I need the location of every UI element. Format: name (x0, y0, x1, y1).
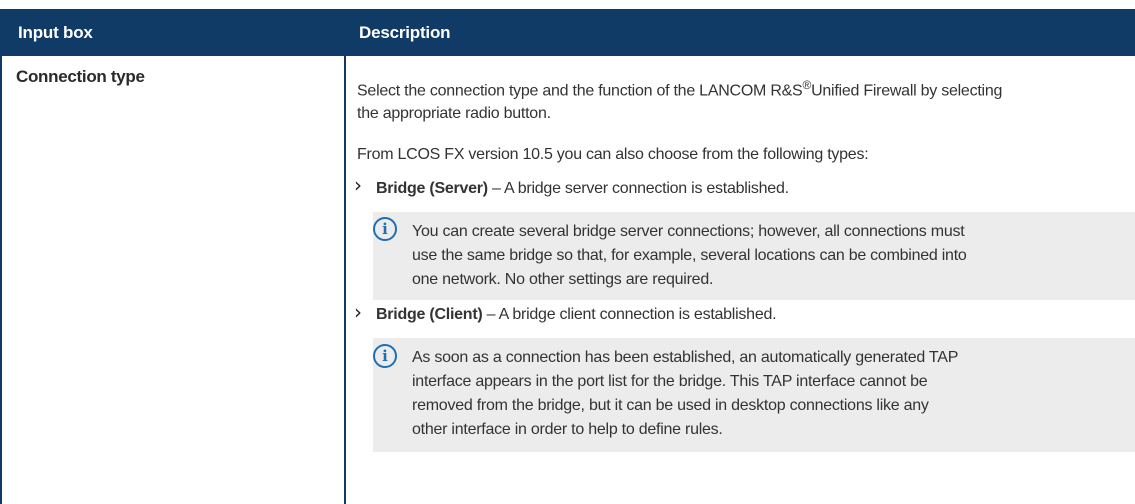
column-divider (344, 56, 346, 504)
desc-bridge-server: – A bridge server connection is establis… (487, 180, 789, 197)
chevron-right-icon: › (354, 173, 362, 197)
intro-text-a: Select the connection type and the funct… (357, 82, 803, 100)
registered-mark: ® (802, 78, 812, 92)
note-line: use the same bridge so that, for example… (412, 247, 967, 264)
term-bridge-client: Bridge (Client) (376, 306, 483, 323)
note-line: interface appears in the port list for t… (412, 373, 928, 390)
intro-line-2: the appropriate radio button. (357, 105, 551, 122)
info-icon: i (373, 217, 397, 241)
field-name: Connection type (16, 67, 145, 86)
column-header-description: Description (359, 23, 451, 42)
column-header-input-box: Input box (18, 23, 93, 42)
version-note: From LCOS FX version 10.5 you can also c… (357, 146, 869, 163)
table-header: Input box Description (2, 9, 1135, 56)
note-line: removed from the bridge, but it can be u… (412, 397, 929, 414)
desc-bridge-client: – A bridge client connection is establis… (482, 306, 777, 323)
info-icon: i (373, 344, 397, 368)
intro-text-b: Unified Firewall by selecting (811, 82, 1003, 100)
note-line: As soon as a connection has been establi… (412, 349, 959, 366)
note-line: one network. No other settings are requi… (412, 271, 714, 288)
info-note-server: i You can create several bridge server c… (373, 212, 1135, 300)
term-bridge-server: Bridge (Server) (376, 180, 488, 197)
note-line: other interface in order to help to defi… (412, 421, 723, 438)
list-item-bridge-client: Bridge (Client) – A bridge client connec… (376, 303, 777, 326)
intro-line-1: Select the connection type and the funct… (357, 74, 1002, 102)
info-note-client: i As soon as a connection has been estab… (373, 338, 1135, 452)
note-line: You can create several bridge server con… (412, 223, 965, 240)
list-item-bridge-server: Bridge (Server) – A bridge server connec… (376, 177, 789, 200)
chevron-right-icon: › (354, 300, 362, 324)
